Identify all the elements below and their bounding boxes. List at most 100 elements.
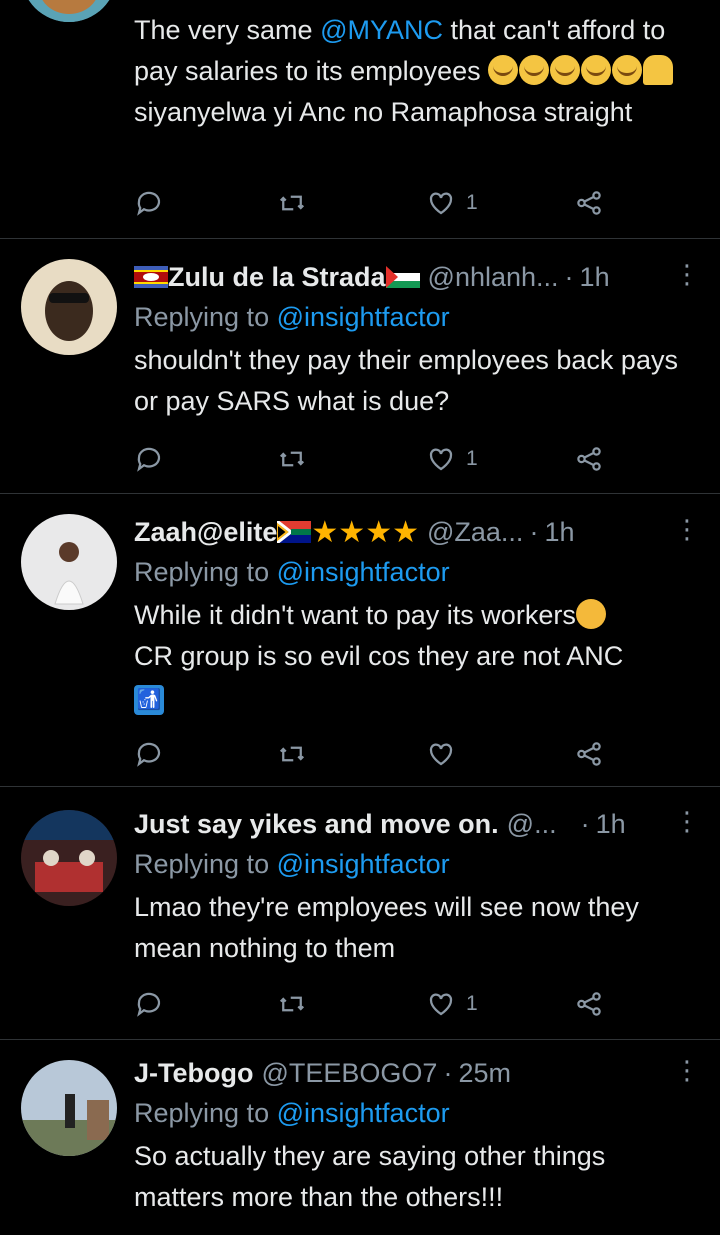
avatar-image	[21, 1060, 117, 1156]
share-button[interactable]	[574, 734, 604, 774]
separator-dot: ·	[443, 1057, 453, 1088]
replying-to: Replying to @insightfactor	[134, 552, 702, 592]
share-button[interactable]	[574, 439, 604, 479]
retweet-button[interactable]	[277, 984, 307, 1024]
like-button[interactable]: 1	[426, 183, 478, 223]
tweet[interactable]: Just say yikes and move on. @... · 1h ⋮ …	[0, 786, 720, 1040]
tweet[interactable]: Zaah@elite ★ ★ ★ ★ @Zaa... · 1h ⋮ Replying …	[0, 493, 720, 787]
rofl-emoji-icon	[550, 55, 581, 85]
like-count: 1	[466, 992, 478, 1015]
share-icon	[577, 447, 601, 471]
replying-to: Replying to @insightfactor	[134, 844, 702, 884]
display-name[interactable]: J-Tebogo	[134, 1058, 253, 1089]
rofl-emoji-icon	[581, 55, 612, 85]
tweet-text: While it didn't want to pay its workers …	[134, 595, 702, 718]
share-icon	[577, 992, 601, 1016]
retweet-button[interactable]	[277, 734, 307, 774]
tweet[interactable]: Zulu de la Strada @nhlanh... · 1h ⋮ Repl…	[0, 238, 720, 494]
like-count: 1	[466, 447, 478, 470]
retweet-icon	[279, 195, 305, 211]
like-button[interactable]: 1	[426, 439, 478, 479]
more-icon[interactable]: ⋮	[672, 257, 702, 297]
mention-link[interactable]: @insightfactor	[277, 557, 450, 587]
heart-icon	[429, 192, 453, 215]
mention-link[interactable]: @insightfactor	[277, 302, 450, 332]
tweet-text: The very same @MYANC that can't afford t…	[134, 10, 702, 133]
tweet-text-part: CR group is so evil cos they are not ANC	[134, 641, 624, 671]
display-name[interactable]: Zulu de la Strada	[168, 262, 386, 293]
timestamp[interactable]: 1h	[580, 262, 610, 293]
separator-dot: ·	[564, 261, 574, 292]
tweet-actions: 1	[134, 984, 614, 1024]
avatar-image	[28, 0, 110, 22]
reply-button[interactable]	[134, 734, 164, 774]
timestamp[interactable]: 1h	[596, 809, 626, 840]
tweet-text: shouldn't they pay their employees back …	[134, 345, 678, 416]
retweet-icon	[279, 451, 305, 467]
mention-link[interactable]: @MYANC	[320, 15, 443, 45]
tweet-actions: 1	[134, 439, 614, 479]
more-icon[interactable]: ⋮	[672, 804, 702, 844]
reply-button[interactable]	[134, 183, 164, 223]
reply-icon	[137, 992, 161, 1017]
user-handle[interactable]: @Zaa...	[427, 517, 523, 548]
like-button[interactable]	[426, 734, 456, 774]
reply-icon	[137, 447, 161, 472]
avatar[interactable]	[21, 1060, 117, 1156]
retweet-button[interactable]	[277, 183, 307, 223]
tweet-header: Zaah@elite ★ ★ ★ ★ @Zaa... · 1h ⋮	[134, 512, 702, 552]
display-name[interactable]: Just say yikes and move on.	[134, 809, 499, 840]
timestamp[interactable]: 1h	[544, 517, 574, 548]
retweet-icon	[279, 746, 305, 762]
tweet[interactable]: The very same @MYANC that can't afford t…	[0, 0, 720, 239]
retweet-icon	[279, 996, 305, 1012]
star-emoji-icon: ★	[311, 515, 339, 549]
avatar[interactable]	[21, 259, 117, 355]
avatar[interactable]	[21, 0, 117, 22]
avatar[interactable]	[21, 514, 117, 610]
heart-icon	[429, 448, 453, 471]
user-handle[interactable]: @...	[507, 809, 557, 840]
more-icon[interactable]: ⋮	[672, 512, 702, 552]
star-emoji-icon: ★	[392, 515, 419, 549]
retweet-button[interactable]	[277, 439, 307, 479]
replying-to: Replying to @insightfactor	[134, 297, 702, 337]
separator-dot: ·	[529, 516, 539, 547]
more-icon[interactable]: ⋮	[672, 1053, 702, 1093]
replying-to-label: Replying to	[134, 849, 277, 879]
thinking-emoji-icon	[575, 599, 606, 629]
shrug-emoji-icon	[643, 55, 674, 85]
replying-to-label: Replying to	[134, 302, 277, 332]
like-button[interactable]: 1	[426, 984, 478, 1024]
user-handle[interactable]: @nhlanh...	[428, 262, 559, 293]
south-africa-flag-icon	[277, 521, 312, 543]
tweet-actions: 1	[134, 183, 614, 223]
mention-link[interactable]: @insightfactor	[277, 1098, 450, 1128]
heart-icon	[429, 743, 453, 766]
share-button[interactable]	[574, 984, 604, 1024]
like-count: 1	[466, 191, 478, 214]
reply-button[interactable]	[134, 439, 164, 479]
timestamp[interactable]: 25m	[458, 1058, 511, 1089]
share-button[interactable]	[574, 183, 604, 223]
display-name[interactable]: Zaah@elite	[134, 517, 277, 548]
tweet[interactable]: J-Tebogo @TEEBOGO7 · 25m ⋮ Replying to @…	[0, 1039, 720, 1235]
star-emoji-icon: ★	[365, 515, 393, 549]
litter-bin-emoji-icon: 🚮	[134, 685, 164, 715]
heart-icon	[429, 993, 453, 1016]
star-emoji-icon: ★	[338, 515, 366, 549]
tweet-text-part: The very same	[134, 15, 321, 45]
share-icon	[577, 742, 601, 766]
mention-link[interactable]: @insightfactor	[277, 849, 450, 879]
user-handle[interactable]: @TEEBOGO7	[261, 1058, 437, 1089]
avatar-image	[21, 514, 117, 610]
rofl-emoji-icon	[612, 55, 643, 85]
avatar[interactable]	[21, 810, 117, 906]
tweet-text: Lmao they're employees will see now they…	[134, 892, 639, 963]
eswatini-flag-icon	[134, 266, 168, 288]
reply-icon	[137, 742, 161, 767]
avatar-image	[21, 810, 117, 906]
tweet-header: Zulu de la Strada @nhlanh... · 1h ⋮	[134, 257, 702, 297]
palestine-flag-icon	[385, 266, 420, 288]
reply-button[interactable]	[134, 984, 164, 1024]
